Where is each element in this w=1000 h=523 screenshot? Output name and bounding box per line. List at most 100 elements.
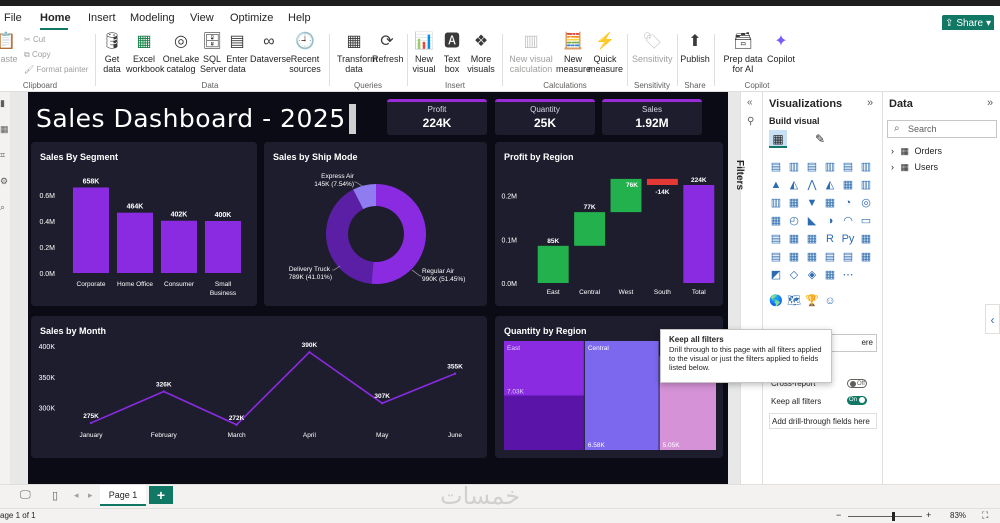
format-painter-button[interactable]: 🖌 Format painter	[24, 65, 88, 74]
visual-type-icon[interactable]: ◴	[787, 214, 801, 228]
tab-view[interactable]: View	[190, 12, 214, 24]
visual-type-icon[interactable]: ▦	[769, 214, 783, 228]
more-visuals-button[interactable]: ❖ More visuals	[464, 32, 498, 74]
chart-card-profit-by-region[interactable]: Profit by Region 0.0M 0.1M 0.2M 85K East 77K C…	[495, 142, 723, 306]
kpi-card-profit[interactable]: Profit 224K	[387, 99, 487, 135]
visual-type-icon[interactable]: ◎	[859, 196, 873, 210]
search-input[interactable]: ⌕ Search	[887, 120, 997, 138]
copy-button[interactable]: ⧉ Copy	[24, 50, 51, 60]
cut-button[interactable]: ✂ Cut	[24, 35, 45, 44]
table-users[interactable]: › ▦ Users	[891, 162, 938, 173]
visual-type-icon[interactable]: ▤	[769, 250, 783, 264]
clustered-bar-icon[interactable]: ▤	[805, 160, 819, 174]
chevrons-right-icon[interactable]: »	[867, 97, 873, 109]
visual-type-icon[interactable]: ▥	[769, 196, 783, 210]
fit-to-page-icon[interactable]: ⛶	[982, 510, 988, 521]
visual-type-icon[interactable]: 🗺	[787, 294, 801, 308]
visual-type-icon[interactable]: ◣	[805, 214, 819, 228]
visual-type-icon[interactable]: ▤	[823, 250, 837, 264]
recent-sources-button[interactable]: 🕘 Recent sources	[288, 32, 322, 74]
visual-type-icon[interactable]: ▼	[805, 196, 819, 210]
chevrons-right-icon[interactable]: »	[987, 97, 993, 109]
visual-type-icon[interactable]: ☺	[823, 294, 837, 308]
visual-type-icon[interactable]: ▦	[823, 268, 837, 282]
table-orders[interactable]: › ▦ Orders	[891, 146, 942, 157]
kpi-card-sales[interactable]: Sales 1.92M	[602, 99, 702, 135]
visual-type-icon[interactable]: ◈	[805, 268, 819, 282]
scroll-left-icon[interactable]: ◂	[74, 490, 79, 501]
visual-type-icon[interactable]: ◭	[787, 178, 801, 192]
chart-card-sales-by-ship-mode[interactable]: Sales by Ship Mode Regular Air 990K (51.4…	[264, 142, 487, 306]
visual-type-icon[interactable]: ▦	[787, 232, 801, 246]
build-visual-icon[interactable]: ▦	[769, 130, 787, 148]
tab-insert[interactable]: Insert	[88, 12, 116, 24]
visual-type-icon[interactable]: ▦	[787, 250, 801, 264]
stacked-bar-icon[interactable]: ▤	[769, 160, 783, 174]
visual-type-icon[interactable]: ▭	[859, 214, 873, 228]
visual-type-icon[interactable]: ◭	[823, 178, 837, 192]
visual-type-icon[interactable]: 🏆	[805, 294, 819, 308]
visual-type-icon[interactable]: ▦	[805, 232, 819, 246]
format-visual-icon[interactable]: ✎	[811, 130, 829, 148]
chart-card-sales-by-segment[interactable]: Sales By Segment 0.0M 0.2M 0.4M 0.6M 658K Cor…	[31, 142, 257, 306]
filters-pane[interactable]: « ⚲	[740, 92, 762, 484]
quick-measure-button[interactable]: ⚡ Quick measure	[588, 32, 623, 74]
chevron-left-icon[interactable]: ‹	[985, 304, 1000, 334]
zoom-slider-thumb[interactable]	[892, 512, 895, 521]
visual-type-icon[interactable]: ◠	[841, 214, 855, 228]
dax-view-icon[interactable]: ⚙	[0, 176, 8, 187]
search-icon[interactable]: ⌕	[0, 202, 5, 213]
tab-optimize[interactable]: Optimize	[230, 12, 273, 24]
paste-button[interactable]: 📋 Paste	[0, 32, 18, 64]
visual-type-icon[interactable]: ◑	[823, 214, 837, 228]
model-view-icon[interactable]: ⌗	[0, 150, 5, 161]
sensitivity-button[interactable]: 🏷 Sensitivity	[632, 32, 673, 64]
column-100-icon[interactable]: ▥	[859, 160, 873, 174]
visual-type-icon[interactable]: ◩	[769, 268, 783, 282]
zoom-in-icon[interactable]: +	[926, 510, 931, 520]
visual-type-icon[interactable]: ⋯	[841, 268, 855, 282]
visual-type-icon[interactable]: ▤	[769, 232, 783, 246]
text-box-button[interactable]: 🅰 Text box	[438, 32, 466, 74]
tab-home[interactable]: Home	[40, 12, 71, 24]
refresh-button[interactable]: ⟳ Refresh	[372, 32, 404, 64]
new-visual-calculation-button[interactable]: ▥ New visual calculation	[506, 32, 556, 74]
visual-type-icon[interactable]: ▲	[769, 178, 783, 192]
zoom-slider[interactable]	[848, 512, 922, 521]
report-view-icon[interactable]: ▮	[0, 98, 5, 109]
kpi-card-quantity[interactable]: Quantity 25K	[495, 99, 595, 135]
excel-workbook-button[interactable]: ▦ Excel workbook	[126, 32, 165, 74]
keep-all-filters-toggle[interactable]: On	[847, 396, 867, 405]
page-tab-1[interactable]: Page 1	[100, 485, 146, 506]
copilot-button[interactable]: ✦ Copilot	[766, 32, 796, 64]
add-drill-through-fields[interactable]: Add drill-through fields here	[769, 413, 877, 429]
enter-data-button[interactable]: ▤ Enter data	[226, 32, 248, 74]
transform-data-button[interactable]: ▦ Transform data	[334, 32, 378, 74]
get-data-button[interactable]: 🛢 Get data	[98, 32, 126, 74]
new-measure-button[interactable]: 🧮 New measure	[556, 32, 591, 74]
visual-type-icon[interactable]: ⋀	[805, 178, 819, 192]
new-visual-button[interactable]: 📊 New visual	[410, 32, 438, 74]
sql-server-button[interactable]: 🗄 SQL Server	[200, 32, 227, 74]
publish-button[interactable]: ⬆ Publish	[680, 32, 710, 64]
chart-card-sales-by-month[interactable]: Sales by Month 300K 350K 400K 275K January 32…	[31, 316, 487, 458]
visual-type-icon[interactable]: ▦	[805, 250, 819, 264]
scroll-right-icon[interactable]: ▸	[88, 490, 93, 501]
visual-type-icon[interactable]: R	[823, 232, 837, 246]
tab-file[interactable]: File	[4, 12, 22, 24]
desktop-layout-icon[interactable]: 🖵	[20, 489, 31, 502]
visual-type-icon[interactable]: ▦	[859, 250, 873, 264]
dataverse-button[interactable]: ∞ Dataverse	[250, 32, 291, 64]
visual-type-icon[interactable]: ◇	[787, 268, 801, 282]
visual-type-icon[interactable]: ◔	[841, 196, 855, 210]
zoom-out-icon[interactable]: −	[836, 510, 841, 520]
tab-modeling[interactable]: Modeling	[130, 12, 175, 24]
clustered-column-icon[interactable]: ▥	[823, 160, 837, 174]
visual-type-icon[interactable]: Py	[841, 232, 855, 246]
visual-type-icon[interactable]: 🌎	[769, 294, 783, 308]
chevrons-left-icon[interactable]: «	[747, 97, 753, 108]
visual-type-icon[interactable]: ▦	[787, 196, 801, 210]
visual-type-icon[interactable]: ▤	[841, 250, 855, 264]
mobile-layout-icon[interactable]: ▯	[52, 489, 58, 502]
table-view-icon[interactable]: ▦	[0, 124, 9, 135]
